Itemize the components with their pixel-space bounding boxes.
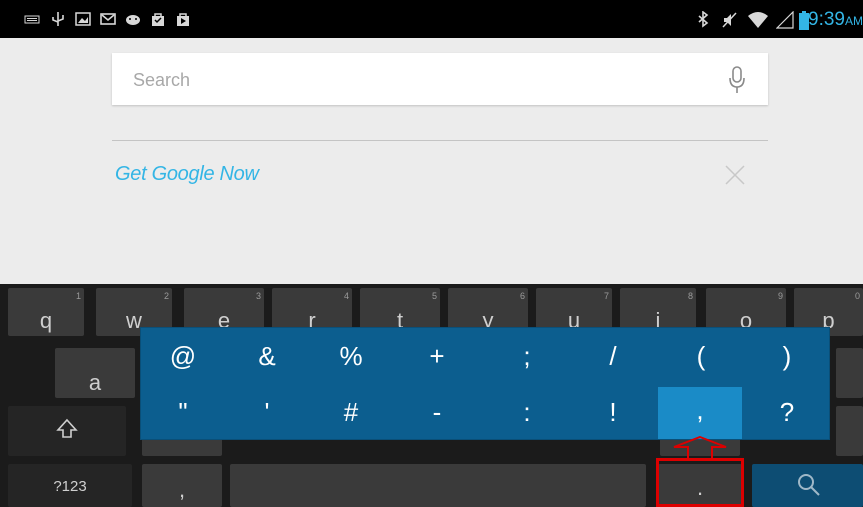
symbols-popup: @ & % + ; / ( ) " ' # - : ! , ?	[140, 327, 830, 440]
signal-icon	[775, 10, 794, 29]
status-bar: 9:39AM	[0, 0, 863, 38]
shift-key[interactable]	[8, 406, 126, 456]
android-icon	[124, 11, 140, 27]
get-google-now-link[interactable]: Get Google Now	[115, 163, 259, 186]
popup-key-percent[interactable]: %	[321, 341, 381, 372]
popup-key-minus[interactable]: -	[407, 397, 467, 428]
clock-time: 9:39	[808, 9, 845, 30]
popup-key-at[interactable]: @	[153, 341, 213, 372]
key-label: a	[88, 370, 102, 395]
key-hint: 6	[519, 291, 525, 301]
bluetooth-icon	[695, 10, 711, 28]
shift-icon	[56, 418, 78, 438]
red-highlight-box	[656, 458, 744, 507]
space-key[interactable]	[230, 464, 646, 507]
usb-icon	[50, 11, 66, 27]
divider	[112, 140, 768, 141]
key-hint: 5	[431, 291, 437, 301]
image-icon	[75, 11, 91, 27]
keyboard-icon	[24, 11, 40, 27]
mute-icon	[721, 11, 737, 28]
key-hint: 4	[343, 291, 349, 301]
key-label: ?123	[53, 478, 87, 495]
key-a[interactable]: a	[55, 348, 135, 398]
delete-key[interactable]	[836, 406, 863, 456]
key-l[interactable]	[836, 348, 863, 398]
popup-key-exclamation[interactable]: !	[583, 397, 643, 428]
search-bar[interactable]: Search	[112, 53, 768, 105]
gmail-icon	[100, 11, 116, 27]
red-arrow-annotation	[673, 436, 727, 460]
key-hint: 7	[603, 291, 609, 301]
popup-key-semicolon[interactable]: ;	[497, 341, 557, 372]
key-hint: 1	[75, 291, 81, 301]
popup-key-double-quote[interactable]: "	[153, 397, 213, 428]
popup-key-comma-selected[interactable]: ,	[658, 387, 742, 439]
key-label: q	[39, 308, 53, 333]
popup-key-ampersand[interactable]: &	[237, 341, 297, 372]
wifi-icon	[747, 11, 769, 28]
comma-key[interactable]: ,	[142, 464, 222, 507]
popup-key-apostrophe[interactable]: '	[237, 397, 297, 428]
shopping-bag-icon	[150, 11, 166, 27]
search-icon	[798, 474, 820, 496]
popup-key-hash[interactable]: #	[321, 397, 381, 428]
key-hint: 0	[854, 291, 860, 301]
popup-key-close-paren[interactable]: )	[757, 341, 817, 372]
microphone-icon[interactable]	[728, 65, 746, 95]
key-hint: 3	[255, 291, 261, 301]
popup-key-slash[interactable]: /	[583, 341, 643, 372]
play-store-icon	[175, 11, 191, 27]
key-hint: 8	[687, 291, 693, 301]
clock: 9:39AM	[808, 9, 863, 31]
popup-key-colon[interactable]: :	[497, 397, 557, 428]
popup-key-open-paren[interactable]: (	[671, 341, 731, 372]
key-hint: 2	[163, 291, 169, 301]
search-input[interactable]: Search	[133, 70, 190, 91]
clock-ampm: AM	[845, 14, 863, 28]
key-hint: 9	[777, 291, 783, 301]
key-label: ,	[178, 477, 186, 502]
popup-key-plus[interactable]: +	[407, 341, 467, 372]
search-key[interactable]	[752, 464, 863, 507]
popup-key-question[interactable]: ?	[757, 397, 817, 428]
close-icon[interactable]	[723, 163, 747, 187]
key-q[interactable]: 1q	[8, 288, 84, 336]
symbols-key[interactable]: ?123	[8, 464, 132, 507]
